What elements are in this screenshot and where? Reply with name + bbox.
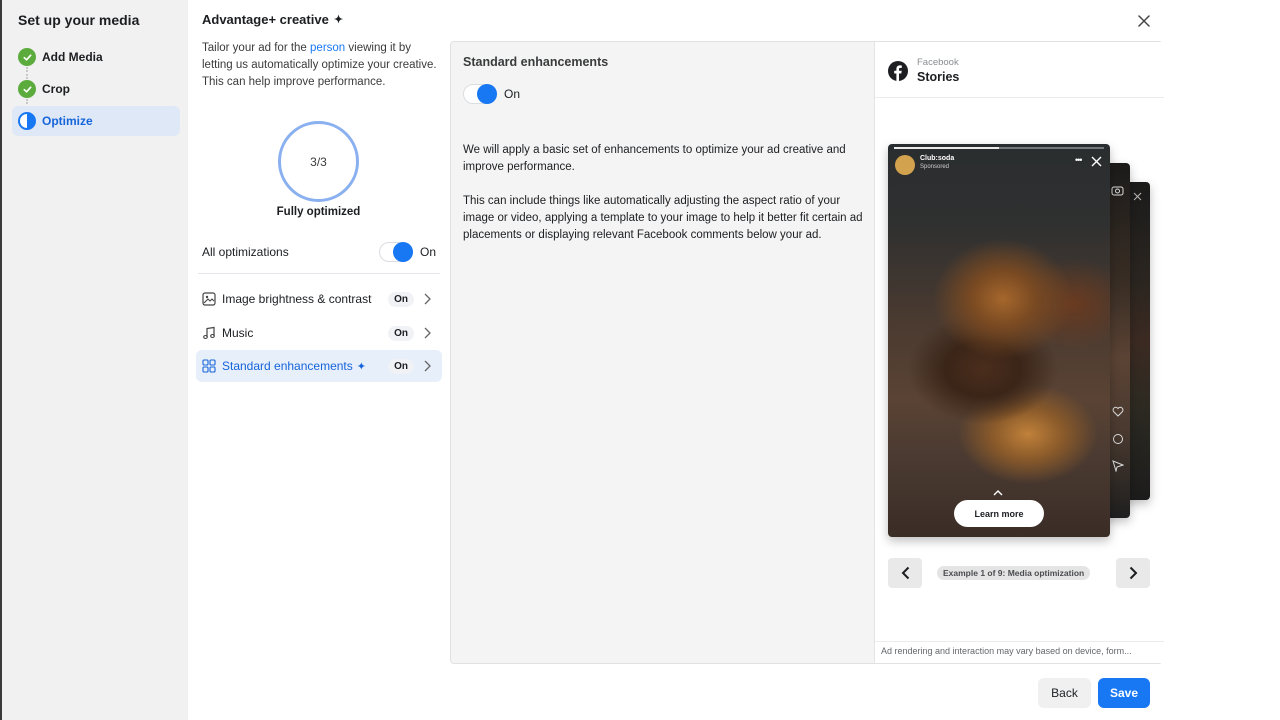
all-optimizations-toggle[interactable] [379,242,413,262]
option-label: Music [222,326,388,340]
option-image-brightness-contrast[interactable]: Image brightness & contrast On [196,283,442,315]
heart-icon [1112,406,1124,417]
option-label-text: Music [222,326,254,340]
divider [198,273,440,274]
chevron-right-icon [422,360,432,372]
all-optimizations-row: All optimizations On [202,240,438,264]
standard-enhancements-toggle[interactable] [463,84,497,104]
image-icon [202,292,216,306]
more-options-icon: ••• [1075,155,1083,165]
detail-panel: Standard enhancements On We will apply a… [450,41,1164,664]
half-circle-icon [18,112,36,130]
dialog-title-text: Advantage+ creative [202,12,329,27]
story-account-name: Club:soda [920,155,955,162]
detail-paragraph: This can include things like automatical… [463,195,863,241]
chevron-right-icon [1129,566,1137,580]
preview-platform: Facebook [917,57,959,68]
standard-enhancements-toggle-row: On [463,84,522,104]
close-icon [1133,192,1142,201]
step-label: Add Media [42,50,103,64]
close-button[interactable] [1134,11,1154,31]
intro-text: Tailor your ad for the person viewing it… [202,40,437,91]
steps-sidebar: Set up your media Add Media Crop Optimiz… [0,0,188,720]
step-label: Crop [42,82,70,96]
next-example-button[interactable] [1116,558,1150,588]
status-badge: On [388,358,414,374]
step-label: Optimize [42,114,93,128]
grid-icon [202,359,216,373]
example-label: Example 1 of 9: Media optimization [937,566,1091,580]
ad-preview: Facebook Stories Club:soda Sponsored ••• [874,42,1164,663]
sparkle-icon: ✦ [356,360,366,373]
option-label: Image brightness & contrast [222,292,388,306]
step-crop[interactable]: Crop [12,74,180,104]
avatar [895,155,915,175]
chevron-left-icon [901,566,909,580]
option-music[interactable]: Music On [196,317,442,349]
story-sponsored-label: Sponsored [920,164,950,170]
check-circle-icon [18,80,36,98]
share-icon [1112,460,1124,472]
progress-count: 3/3 [310,154,327,169]
story-progress-bar [894,147,1104,149]
previous-example-button[interactable] [888,558,922,588]
save-button[interactable]: Save [1098,678,1150,708]
back-button[interactable]: Back [1038,678,1091,708]
learn-more-button[interactable]: Learn more [954,500,1044,527]
option-label-text: Standard enhancements [222,359,353,373]
all-optimizations-label: All optimizations [202,245,289,259]
chevron-right-icon [422,327,432,339]
preview-header: Facebook Stories [875,42,1164,98]
toggle-knob [393,242,413,262]
person-link[interactable]: person [310,42,345,54]
chevron-up-icon [993,490,1003,496]
story-progress-fill [894,147,999,149]
option-label-text: Image brightness & contrast [222,292,372,306]
music-note-icon [202,326,216,340]
option-standard-enhancements[interactable]: Standard enhancements ✦ On [196,350,442,382]
progress-ring: 3/3 [278,121,359,202]
toggle-state-label: On [504,87,521,101]
detail-paragraph: We will apply a basic set of enhancement… [463,144,846,173]
close-icon [1091,156,1102,167]
status-badge: On [388,291,414,307]
status-badge: On [388,325,414,341]
camera-icon [1111,186,1124,196]
optimization-progress-ring: 3/3 [278,121,359,202]
dialog-title: Advantage+ creative ✦ [202,12,343,27]
facebook-logo-icon [888,61,908,81]
detail-title: Standard enhancements [463,55,609,69]
sparkle-icon: ✦ [333,14,344,26]
intro-text-start: Tailor your ad for the [202,42,311,54]
chevron-right-icon [422,293,432,305]
toggle-knob [477,84,497,104]
comment-icon [1113,434,1123,444]
progress-caption: Fully optimized [276,206,361,218]
steps-title: Set up your media [18,12,140,28]
step-add-media[interactable]: Add Media [12,42,180,72]
option-label: Standard enhancements ✦ [222,359,388,373]
check-circle-icon [18,48,36,66]
detail-description: We will apply a basic set of enhancement… [463,142,863,244]
preview-placement: Stories [917,70,960,84]
story-preview-card-main: Club:soda Sponsored ••• Learn more [888,144,1110,537]
close-icon [1138,15,1150,27]
story-preview-stack: Club:soda Sponsored ••• Learn more [888,144,1153,539]
preview-disclaimer: Ad rendering and interaction may vary ba… [875,641,1164,663]
step-optimize[interactable]: Optimize [12,106,180,136]
toggle-state-label: On [420,245,437,259]
